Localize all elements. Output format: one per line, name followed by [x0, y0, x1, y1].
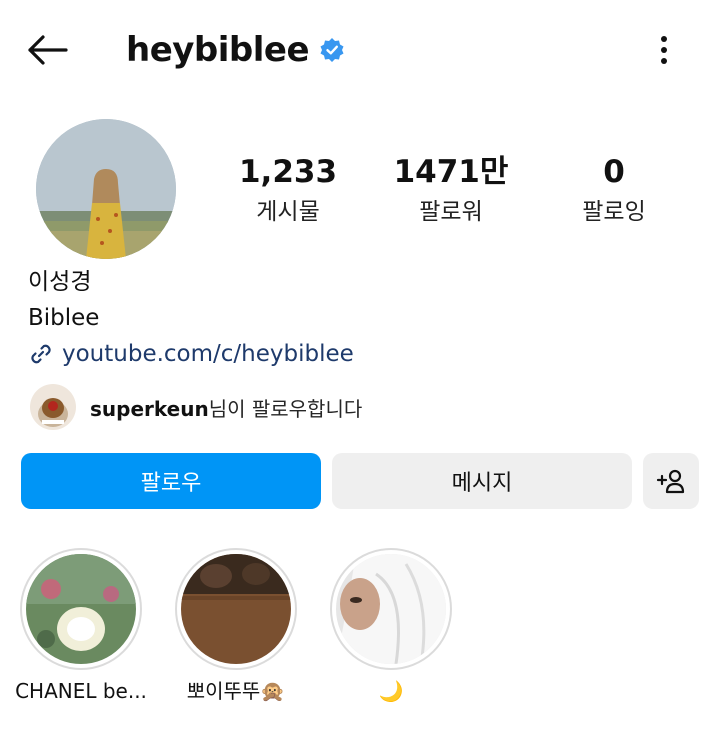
following-stat[interactable]: 0 팔로잉: [539, 150, 689, 230]
highlight-1-cover: [26, 554, 136, 664]
following-count: 0: [603, 154, 625, 190]
highlight-1[interactable]: [20, 548, 142, 670]
message-button[interactable]: 메시지: [332, 453, 632, 509]
more-options-button[interactable]: [648, 28, 680, 72]
highlight-3[interactable]: [330, 548, 452, 670]
posts-count: 1,233: [238, 154, 338, 190]
profile-link[interactable]: youtube.com/c/heybiblee: [28, 336, 354, 372]
posts-stat[interactable]: 1,233 게시물: [213, 150, 363, 230]
link-text[interactable]: youtube.com/c/heybiblee: [62, 341, 354, 367]
followed-by-text: superkeun님이 팔로우합니다: [90, 393, 362, 422]
add-person-icon: [656, 469, 685, 494]
back-button[interactable]: [22, 28, 72, 72]
highlight-3-cover: [336, 554, 446, 664]
followed-by-suffix: 님이 팔로우합니다: [208, 396, 363, 421]
profile-photo: [36, 119, 176, 259]
followers-count: 1471만: [393, 154, 509, 190]
following-label: 팔로잉: [582, 199, 646, 225]
highlight-2-label: 뽀이뚜뚜🙊: [186, 679, 286, 703]
follow-button[interactable]: 팔로우: [21, 453, 321, 509]
followers-stat[interactable]: 1471만 팔로워: [376, 150, 526, 230]
posts-label: 게시물: [256, 199, 320, 225]
add-user-button[interactable]: [643, 453, 699, 509]
followed-by-user[interactable]: superkeun: [90, 397, 209, 421]
bio-text: Biblee: [28, 305, 100, 331]
highlight-1-label: CHANEL be...: [15, 679, 147, 703]
profile-avatar[interactable]: [36, 119, 176, 259]
highlight-2[interactable]: [175, 548, 297, 670]
full-name: 이성경: [28, 269, 92, 295]
link-icon: [31, 344, 51, 364]
profile-header: heybiblee: [126, 26, 345, 74]
verified-badge-icon: [320, 38, 344, 62]
more-vertical-icon: [661, 36, 667, 64]
followed-by[interactable]: superkeun님이 팔로우합니다: [30, 384, 362, 430]
followers-label: 팔로워: [419, 199, 483, 225]
follower-avatar: [30, 384, 76, 430]
highlight-2-cover: [181, 554, 291, 664]
username: heybiblee: [126, 30, 310, 70]
arrow-left-icon: [28, 35, 68, 65]
highlight-3-label: 🌙: [378, 679, 404, 703]
